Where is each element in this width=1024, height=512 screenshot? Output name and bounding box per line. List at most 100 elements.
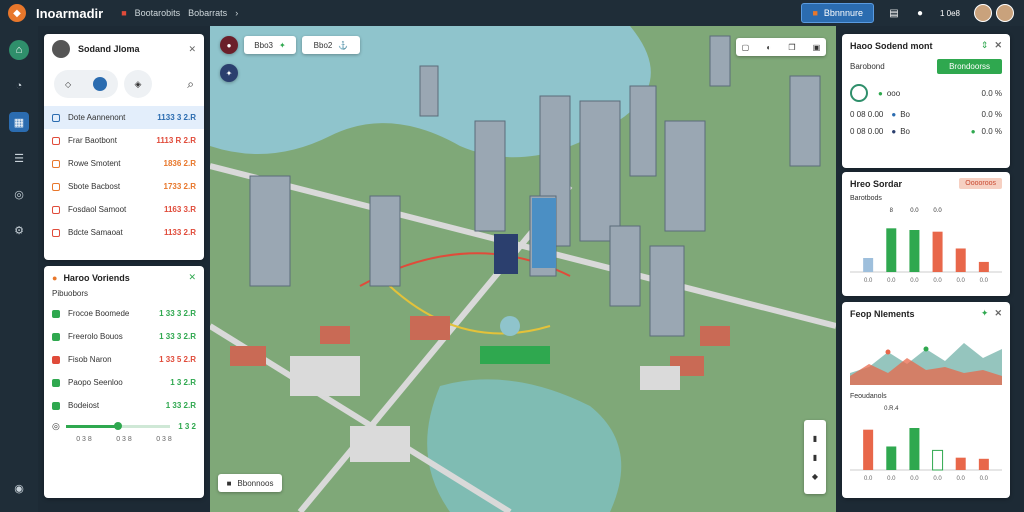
city-map[interactable]: Bbo3 ✦ Bbo2 ⚓ ● ✦ ▢ ◐ ❐ ▣ ■ Bbonnoos ▮ ▮… [210, 26, 836, 512]
map-chip[interactable]: Bbo2 ⚓ [302, 36, 360, 54]
slider-ticks: 0 3 8 0 3 8 0 3 8 [44, 436, 204, 443]
bar[interactable] [932, 449, 944, 471]
square-icon: ■ [226, 478, 232, 488]
layer-item[interactable]: Dote Aannenont 1133 3 2.R [44, 106, 204, 129]
action-button[interactable]: Brondoorss [937, 59, 1002, 74]
bell-icon[interactable]: ● [914, 7, 926, 19]
data-point[interactable] [923, 346, 929, 352]
bar-chart: 0.0 0.0 0.0 0.0 0.0 0.0 0.R.4 [850, 406, 1002, 482]
slider[interactable] [65, 422, 171, 430]
close-icon[interactable]: ✕ [994, 40, 1002, 51]
layers-icon[interactable]: ▦ [9, 112, 29, 132]
bar[interactable] [978, 261, 989, 272]
metric-item[interactable]: Fisob Naron 1 33 5 2.R [44, 348, 204, 371]
compass-icon[interactable]: ✦ [220, 64, 238, 82]
layers-icon[interactable]: ▢ [742, 43, 750, 52]
panel-logo-icon: ● [52, 272, 58, 283]
zoom-controls: ▮ ▮ ◆ [804, 420, 826, 494]
bar[interactable] [863, 429, 874, 470]
map-chip[interactable]: Bbo3 ✦ [244, 36, 296, 54]
expand-icon[interactable]: ⇕ [981, 40, 989, 51]
close-icon[interactable]: ✕ [188, 44, 196, 55]
chart-icon[interactable]: ◔ [9, 76, 29, 96]
panel-title: Sodand Jloma [78, 44, 140, 54]
panel-subtitle: Barobond [850, 62, 885, 71]
bar[interactable] [978, 458, 989, 470]
breadcrumb-item[interactable]: Bobarrats [188, 8, 227, 18]
globe-icon[interactable]: ◎ [9, 184, 29, 204]
bar[interactable] [955, 248, 966, 272]
metrics-panel: ● Haroo Voriends ✕ Pibuobors Frocoe Boom… [44, 266, 204, 498]
primary-button[interactable]: ■ Bbnnnure [801, 3, 874, 23]
toggle-pill[interactable]: ◇ [54, 70, 118, 98]
metric-item[interactable]: Paopo Seenloo 1 3 2.R [44, 371, 204, 394]
metric-list: Frocoe Boomede 1 33 3 2.R Freerolo Bouos… [44, 302, 204, 417]
app-logo-icon[interactable]: ◆ [8, 4, 26, 22]
tick-label: 0.0 [910, 278, 919, 284]
panel-avatar [52, 40, 70, 58]
data-label: 0.R.4 [884, 406, 899, 412]
pin-icon[interactable]: ✦ [981, 308, 989, 319]
data-label: 8 [890, 208, 894, 214]
avatar[interactable] [996, 4, 1014, 22]
document-icon[interactable]: ▤ [888, 7, 900, 19]
breadcrumb-item[interactable]: Bootarobits [135, 8, 181, 18]
pin-icon[interactable]: ◐ [766, 43, 771, 52]
map-bottom-button[interactable]: ■ Bbonnoos [218, 474, 282, 492]
bar[interactable] [886, 446, 897, 470]
settings-icon[interactable]: ⚙ [9, 220, 29, 240]
home-icon[interactable]: ⌂ [9, 40, 29, 60]
bar[interactable] [909, 230, 920, 272]
panel-title: Hreo Sordar [850, 178, 903, 189]
bar[interactable] [932, 231, 943, 272]
breadcrumb: ■ Bootarobits Bobarrats › [121, 8, 238, 18]
metric-item[interactable]: Freerolo Bouos 1 33 3 2.R [44, 325, 204, 348]
layer-item[interactable]: Frar Baotbont 1113 R 2.R [44, 129, 204, 152]
compass-icon[interactable]: ◆ [812, 472, 818, 481]
tick-label: 0.0 [957, 476, 966, 482]
tick-label: 0.0 [980, 476, 989, 482]
bar[interactable] [955, 457, 966, 470]
panel-title: Haoo Sodend mont [850, 40, 933, 51]
trend-panel: Feop Nlements ✦ ✕ Feoudanols 0.0 0.0 0.0 0.… [842, 302, 1010, 498]
copy-icon[interactable]: ❐ [788, 43, 795, 52]
layer-item[interactable]: Sbote Bacbost 1733 2.R [44, 175, 204, 198]
metric-item[interactable]: Frocoe Boomede 1 33 3 2.R [44, 302, 204, 325]
list-icon[interactable]: ☰ [9, 148, 29, 168]
side-nav: ⌂ ◔ ▦ ☰ ◎ ⚙ ◉ [0, 26, 38, 512]
user-icon[interactable]: ◉ [9, 478, 29, 498]
status-dot-icon: ● [878, 88, 883, 98]
bar[interactable] [886, 228, 897, 272]
close-icon[interactable]: ✕ [188, 272, 196, 283]
layer-icon [52, 113, 60, 122]
bar[interactable] [909, 428, 920, 470]
zoom-in-icon[interactable]: ▮ [813, 434, 817, 443]
layer-item[interactable]: Bdcte Samaoat 1133 2.R [44, 221, 204, 244]
layer-label: Rowe Smotent [68, 159, 121, 168]
layer-icon [52, 159, 60, 168]
slider-tick: 0 3 8 [156, 436, 172, 443]
close-icon[interactable]: ✕ [994, 308, 1002, 319]
bar[interactable] [863, 258, 874, 272]
metric-label: Frocoe Boomede [68, 309, 130, 318]
panel-title: Feop Nlements [850, 308, 915, 319]
status-badge: Ooooroos [959, 178, 1002, 189]
layer-item[interactable]: Rowe Smotent 1836 2.R [44, 152, 204, 175]
flag-icon: ■ [812, 8, 818, 18]
zoom-out-icon[interactable]: ▮ [813, 453, 817, 462]
layer-icon [52, 205, 60, 214]
tick-label: 0.0 [864, 476, 873, 482]
option-c-icon[interactable]: ◈ [124, 70, 152, 98]
layer-item[interactable]: Fosdaol Samoot 1163 3.R [44, 198, 204, 221]
metric-value: 1 33 5 2.R [159, 355, 196, 364]
search-icon[interactable]: ⌕ [187, 77, 194, 92]
expand-icon[interactable]: ▣ [813, 43, 821, 52]
metric-item[interactable]: Bodeiost 1 33 2.R [44, 394, 204, 417]
data-point[interactable] [885, 349, 891, 355]
metric-icon [52, 309, 60, 318]
slider-thumb[interactable] [114, 422, 123, 430]
user-label: 1 0e8 [939, 8, 960, 18]
map-logo-icon[interactable]: ● [220, 36, 238, 54]
layer-icon [52, 182, 60, 191]
avatar[interactable] [974, 4, 992, 22]
